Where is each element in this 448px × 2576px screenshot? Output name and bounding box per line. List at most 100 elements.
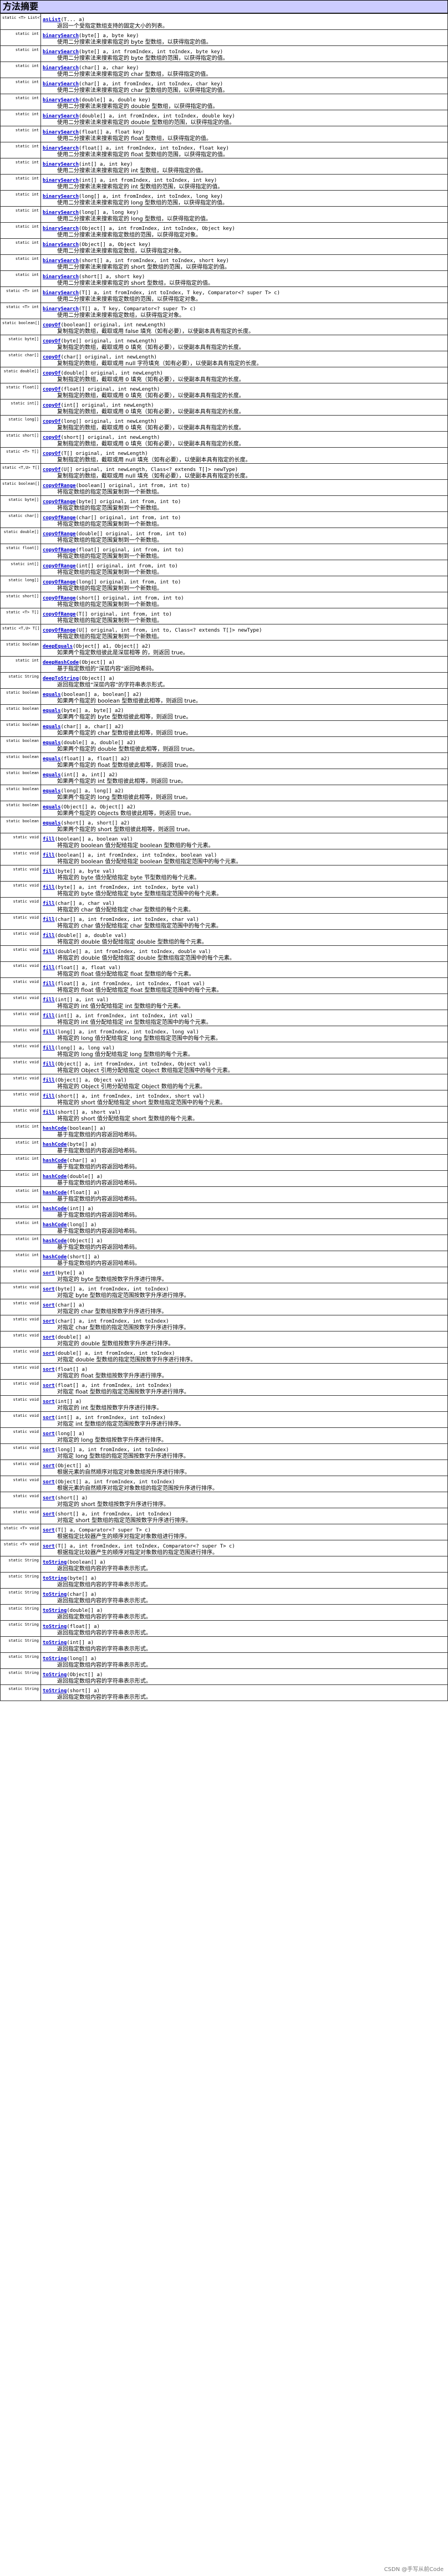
method-name-link[interactable]: binarySearch [43, 162, 79, 167]
method-name-link[interactable]: hashCode [43, 1174, 67, 1180]
method-name-link[interactable]: copyOfRange [43, 580, 76, 585]
method-name-link[interactable]: copyOf [43, 387, 61, 392]
method-name-link[interactable]: copyOfRange [43, 628, 76, 633]
method-name-link[interactable]: binarySearch [43, 258, 79, 264]
method-name-link[interactable]: copyOf [43, 355, 61, 360]
method-name-link[interactable]: sort [43, 1512, 55, 1517]
method-name-link[interactable]: sort [43, 1431, 55, 1437]
method-name-link[interactable]: copyOf [43, 339, 61, 344]
method-name-link[interactable]: copyOf [43, 435, 61, 441]
method-name-link[interactable]: sort [43, 1367, 55, 1372]
method-name-link[interactable]: fill [43, 965, 55, 971]
method-name-link[interactable]: equals [43, 740, 61, 746]
method-name-link[interactable]: fill [43, 1013, 55, 1019]
method-name-link[interactable]: toString [43, 1688, 67, 1694]
method-name-link[interactable]: binarySearch [43, 65, 79, 71]
method-name-link[interactable]: binarySearch [43, 130, 79, 135]
method-name-link[interactable]: sort [43, 1383, 55, 1389]
method-name-link[interactable]: fill [43, 917, 55, 923]
method-name-link[interactable]: fill [43, 1030, 55, 1035]
method-name-link[interactable]: sort [43, 1544, 55, 1549]
method-name-link[interactable]: equals [43, 805, 61, 810]
method-name-link[interactable]: sort [43, 1303, 55, 1308]
method-name-link[interactable]: binarySearch [43, 306, 79, 312]
method-name-link[interactable]: binarySearch [43, 114, 79, 119]
method-name-link[interactable]: copyOfRange [43, 564, 76, 569]
method-name-link[interactable]: binarySearch [43, 81, 79, 87]
method-name-link[interactable]: hashCode [43, 1190, 67, 1196]
method-name-link[interactable]: fill [43, 1046, 55, 1051]
method-name-link[interactable]: fill [43, 837, 55, 842]
method-name-link[interactable]: binarySearch [43, 210, 79, 216]
method-name-link[interactable]: binarySearch [43, 146, 79, 151]
method-name-link[interactable]: equals [43, 788, 61, 794]
method-name-link[interactable]: binarySearch [43, 274, 79, 280]
method-name-link[interactable]: sort [43, 1447, 55, 1453]
method-name-link[interactable]: copyOfRange [43, 612, 76, 617]
method-name-link[interactable]: hashCode [43, 1254, 67, 1260]
method-name-link[interactable]: fill [43, 949, 55, 955]
method-name-link[interactable]: sort [43, 1287, 55, 1292]
method-name-link[interactable]: sort [43, 1319, 55, 1324]
method-name-link[interactable]: sort [43, 1415, 55, 1421]
method-name-link[interactable]: fill [43, 901, 55, 907]
method-name-link[interactable]: equals [43, 821, 61, 826]
method-name-link[interactable]: sort [43, 1351, 55, 1356]
method-name-link[interactable]: binarySearch [43, 290, 79, 296]
method-name-link[interactable]: binarySearch [43, 226, 79, 232]
method-name-link[interactable]: deepToString [43, 676, 79, 682]
method-name-link[interactable]: asList [43, 17, 61, 23]
method-name-link[interactable]: copyOfRange [43, 596, 76, 601]
method-name-link[interactable]: toString [43, 1608, 67, 1614]
method-name-link[interactable]: copyOfRange [43, 483, 76, 489]
method-name-link[interactable]: fill [43, 1110, 55, 1115]
method-name-link[interactable]: equals [43, 724, 61, 730]
method-name-link[interactable]: sort [43, 1271, 55, 1276]
method-name-link[interactable]: hashCode [43, 1142, 67, 1148]
method-name-link[interactable]: fill [43, 869, 55, 874]
method-name-link[interactable]: hashCode [43, 1238, 67, 1244]
method-name-link[interactable]: binarySearch [43, 98, 79, 103]
method-name-link[interactable]: hashCode [43, 1222, 67, 1228]
method-name-link[interactable]: sort [43, 1399, 55, 1405]
method-name-link[interactable]: fill [43, 997, 55, 1003]
method-name-link[interactable]: toString [43, 1624, 67, 1630]
method-name-link[interactable]: sort [43, 1463, 55, 1469]
method-name-link[interactable]: fill [43, 885, 55, 890]
method-name-link[interactable]: toString [43, 1560, 67, 1565]
method-name-link[interactable]: hashCode [43, 1158, 67, 1164]
method-name-link[interactable]: fill [43, 933, 55, 939]
method-name-link[interactable]: equals [43, 756, 61, 762]
method-name-link[interactable]: copyOfRange [43, 515, 76, 521]
method-name-link[interactable]: deepEquals [43, 644, 73, 649]
method-name-link[interactable]: toString [43, 1576, 67, 1581]
method-name-link[interactable]: binarySearch [43, 49, 79, 55]
method-name-link[interactable]: toString [43, 1672, 67, 1678]
method-name-link[interactable]: binarySearch [43, 178, 79, 183]
method-name-link[interactable]: fill [43, 853, 55, 858]
method-name-link[interactable]: copyOfRange [43, 531, 76, 537]
method-name-link[interactable]: sort [43, 1479, 55, 1485]
method-name-link[interactable]: copyOfRange [43, 547, 76, 553]
method-name-link[interactable]: copyOfRange [43, 499, 76, 505]
method-name-link[interactable]: equals [43, 708, 61, 714]
method-name-link[interactable]: sort [43, 1335, 55, 1340]
method-name-link[interactable]: copyOf [43, 419, 61, 424]
method-name-link[interactable]: fill [43, 1094, 55, 1099]
method-name-link[interactable]: deepHashCode [43, 660, 79, 665]
method-name-link[interactable]: toString [43, 1592, 67, 1597]
method-name-link[interactable]: copyOf [43, 322, 61, 328]
method-name-link[interactable]: toString [43, 1656, 67, 1662]
method-name-link[interactable]: hashCode [43, 1206, 67, 1212]
method-name-link[interactable]: toString [43, 1640, 67, 1646]
method-name-link[interactable]: copyOf [43, 403, 61, 408]
method-name-link[interactable]: fill [43, 1062, 55, 1067]
method-name-link[interactable]: binarySearch [43, 242, 79, 248]
method-name-link[interactable]: copyOf [43, 451, 61, 457]
method-name-link[interactable]: copyOf [43, 371, 61, 376]
method-name-link[interactable]: sort [43, 1528, 55, 1533]
method-name-link[interactable]: hashCode [43, 1126, 67, 1131]
method-name-link[interactable]: fill [43, 1078, 55, 1083]
method-name-link[interactable]: equals [43, 692, 61, 698]
method-name-link[interactable]: binarySearch [43, 33, 79, 39]
